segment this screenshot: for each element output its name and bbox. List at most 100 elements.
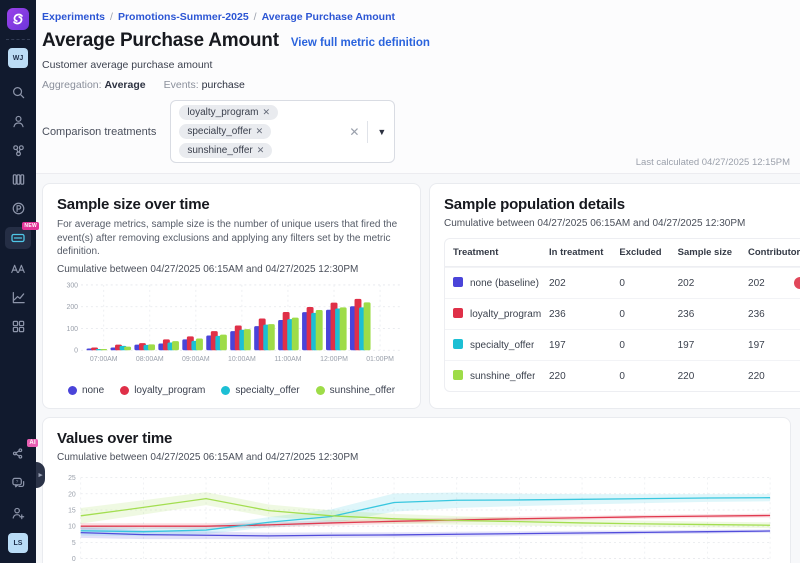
legend-label: sunshine_offer (330, 385, 395, 396)
legend-dot (221, 386, 230, 395)
treatment-tag-label: specialty_offer (187, 126, 251, 137)
main-area: Experiments / Promotions-Summer-2025 / A… (36, 0, 800, 563)
table-cell: 220 (541, 360, 611, 391)
legend-label: specialty_offer (235, 385, 299, 396)
breadcrumb-experiment-name[interactable]: Promotions-Summer-2025 (118, 11, 249, 23)
chevron-down-icon[interactable]: ▼ (377, 127, 386, 137)
support-chat-icon[interactable]: ? (7, 473, 29, 493)
svg-text:25: 25 (68, 475, 76, 482)
remove-tag-icon[interactable]: ✕ (262, 107, 270, 118)
legend-dot (120, 386, 129, 395)
dashboards-icon[interactable] (7, 316, 29, 336)
values-line-chart[interactable]: 051015202507:00AM07:30AM08:00AM08:30AM09… (57, 469, 776, 563)
breadcrumb-experiments[interactable]: Experiments (42, 11, 105, 23)
pulse-icon[interactable] (7, 198, 29, 218)
svg-text:300: 300 (66, 282, 78, 289)
breadcrumb-separator: / (254, 11, 257, 23)
metric-description: Customer average purchase amount (42, 59, 790, 71)
svg-text:08:00AM: 08:00AM (136, 356, 164, 363)
svg-text:200: 200 (66, 304, 78, 311)
treatment-tag-label: sunshine_offer (187, 145, 252, 156)
clear-all-icon[interactable]: ✕ (349, 125, 359, 139)
table-cell: 197 (670, 329, 740, 360)
treatment-name: none (baseline) (470, 278, 539, 289)
chevron-right-icon: ▶ (38, 472, 42, 478)
treatment-select[interactable]: loyalty_program✕specialty_offer✕sunshine… (170, 100, 395, 163)
statsig-logo[interactable] (7, 8, 29, 30)
app-window: WJ NEW AI? LS ▶ Experiments / Promotions… (0, 0, 800, 563)
table-header: In treatment (541, 239, 611, 267)
metrics-icon[interactable]: NEW (5, 227, 31, 249)
table-row: sunshine_offer2200220220 (445, 360, 800, 391)
legend-label: none (82, 385, 104, 396)
comparison-treatments-label: Comparison treatments (42, 126, 156, 138)
view-metric-definition-link[interactable]: View full metric definition (291, 37, 430, 49)
feedback-tab[interactable] (794, 277, 800, 289)
table-cell: 202 (541, 267, 611, 298)
sidebar: WJ NEW AI? LS (0, 0, 36, 563)
table-cell: 0 (611, 329, 669, 360)
breadcrumb-metric-name[interactable]: Average Purchase Amount (262, 11, 395, 23)
treatment-name: loyalty_program (470, 309, 541, 320)
page-header: Experiments / Promotions-Summer-2025 / A… (36, 0, 800, 174)
sidebar-divider (6, 39, 30, 40)
table-cell: 220 (740, 360, 800, 391)
invite-user-icon[interactable] (7, 503, 29, 523)
table-header: Sample size (670, 239, 740, 267)
aggregation-label: Aggregation: (42, 79, 102, 91)
table-header: Contributors (740, 239, 800, 267)
statsig-logo-icon (11, 12, 25, 26)
table-cell: 0 (611, 298, 669, 329)
bar-chart-legend: none loyalty_program specialty_offer sunshi… (57, 385, 406, 396)
table-row: specialty_offer1970197197 (445, 329, 800, 360)
svg-text:5: 5 (72, 539, 76, 546)
ai-assistant-icon[interactable]: AI (7, 443, 29, 463)
insights-icon[interactable] (7, 287, 29, 307)
svg-text:01:00PM: 01:00PM (366, 356, 394, 363)
breadcrumb: Experiments / Promotions-Summer-2025 / A… (42, 11, 790, 23)
aggregation-value: Average (105, 79, 146, 91)
svg-text:12:00PM: 12:00PM (320, 356, 348, 363)
table-cell: 197 (541, 329, 611, 360)
treatment-tag[interactable]: sunshine_offer ✕ (179, 143, 272, 158)
table-cell: 0 (611, 267, 669, 298)
remove-tag-icon[interactable]: ✕ (257, 145, 265, 156)
user-avatar[interactable]: LS (8, 533, 28, 553)
treatment-tags: loyalty_program✕specialty_offer✕sunshine… (179, 105, 339, 158)
experiments-icon[interactable] (7, 169, 29, 189)
search-icon[interactable] (7, 82, 29, 102)
population-range: Cumulative between 04/27/2025 06:15AM an… (444, 218, 800, 229)
last-calculated-timestamp: Last calculated 04/27/2025 12:15PM (636, 157, 790, 168)
svg-text:0: 0 (72, 556, 76, 563)
svg-text:0: 0 (74, 347, 78, 354)
events-label: Events: (164, 79, 199, 91)
table-header: Treatment (445, 239, 541, 267)
legend-item[interactable]: specialty_offer (221, 385, 299, 396)
autotune-icon[interactable] (7, 258, 29, 278)
treatment-tag[interactable]: specialty_offer ✕ (179, 124, 271, 139)
remove-tag-icon[interactable]: ✕ (256, 126, 264, 137)
sample-size-description: For average metrics, sample size is the … (57, 218, 406, 259)
new-badge: NEW (22, 222, 39, 230)
treatment-color-swatch (453, 370, 463, 380)
legend-item[interactable]: loyalty_program (120, 385, 205, 396)
svg-text:07:00AM: 07:00AM (90, 356, 118, 363)
svg-text:100: 100 (66, 325, 78, 332)
page-title: Average Purchase Amount (42, 30, 279, 52)
legend-label: loyalty_program (134, 385, 205, 396)
table-cell: 202 (740, 267, 800, 298)
gates-icon[interactable] (7, 140, 29, 160)
legend-dot (316, 386, 325, 395)
svg-text:09:00AM: 09:00AM (182, 356, 210, 363)
sample-size-bar-chart[interactable]: 010020030007:00AM08:00AM09:00AM10:00AM11… (57, 279, 406, 378)
legend-item[interactable]: sunshine_offer (316, 385, 395, 396)
treatment-tag[interactable]: loyalty_program✕ (179, 105, 278, 120)
svg-text:10:00AM: 10:00AM (228, 356, 256, 363)
user-icon[interactable] (7, 111, 29, 131)
treatment-color-swatch (453, 339, 463, 349)
workspace-badge[interactable]: WJ (8, 48, 28, 68)
legend-item[interactable]: none (68, 385, 104, 396)
values-title: Values over time (57, 430, 776, 447)
table-cell: 0 (611, 360, 669, 391)
svg-text:15: 15 (68, 507, 76, 514)
